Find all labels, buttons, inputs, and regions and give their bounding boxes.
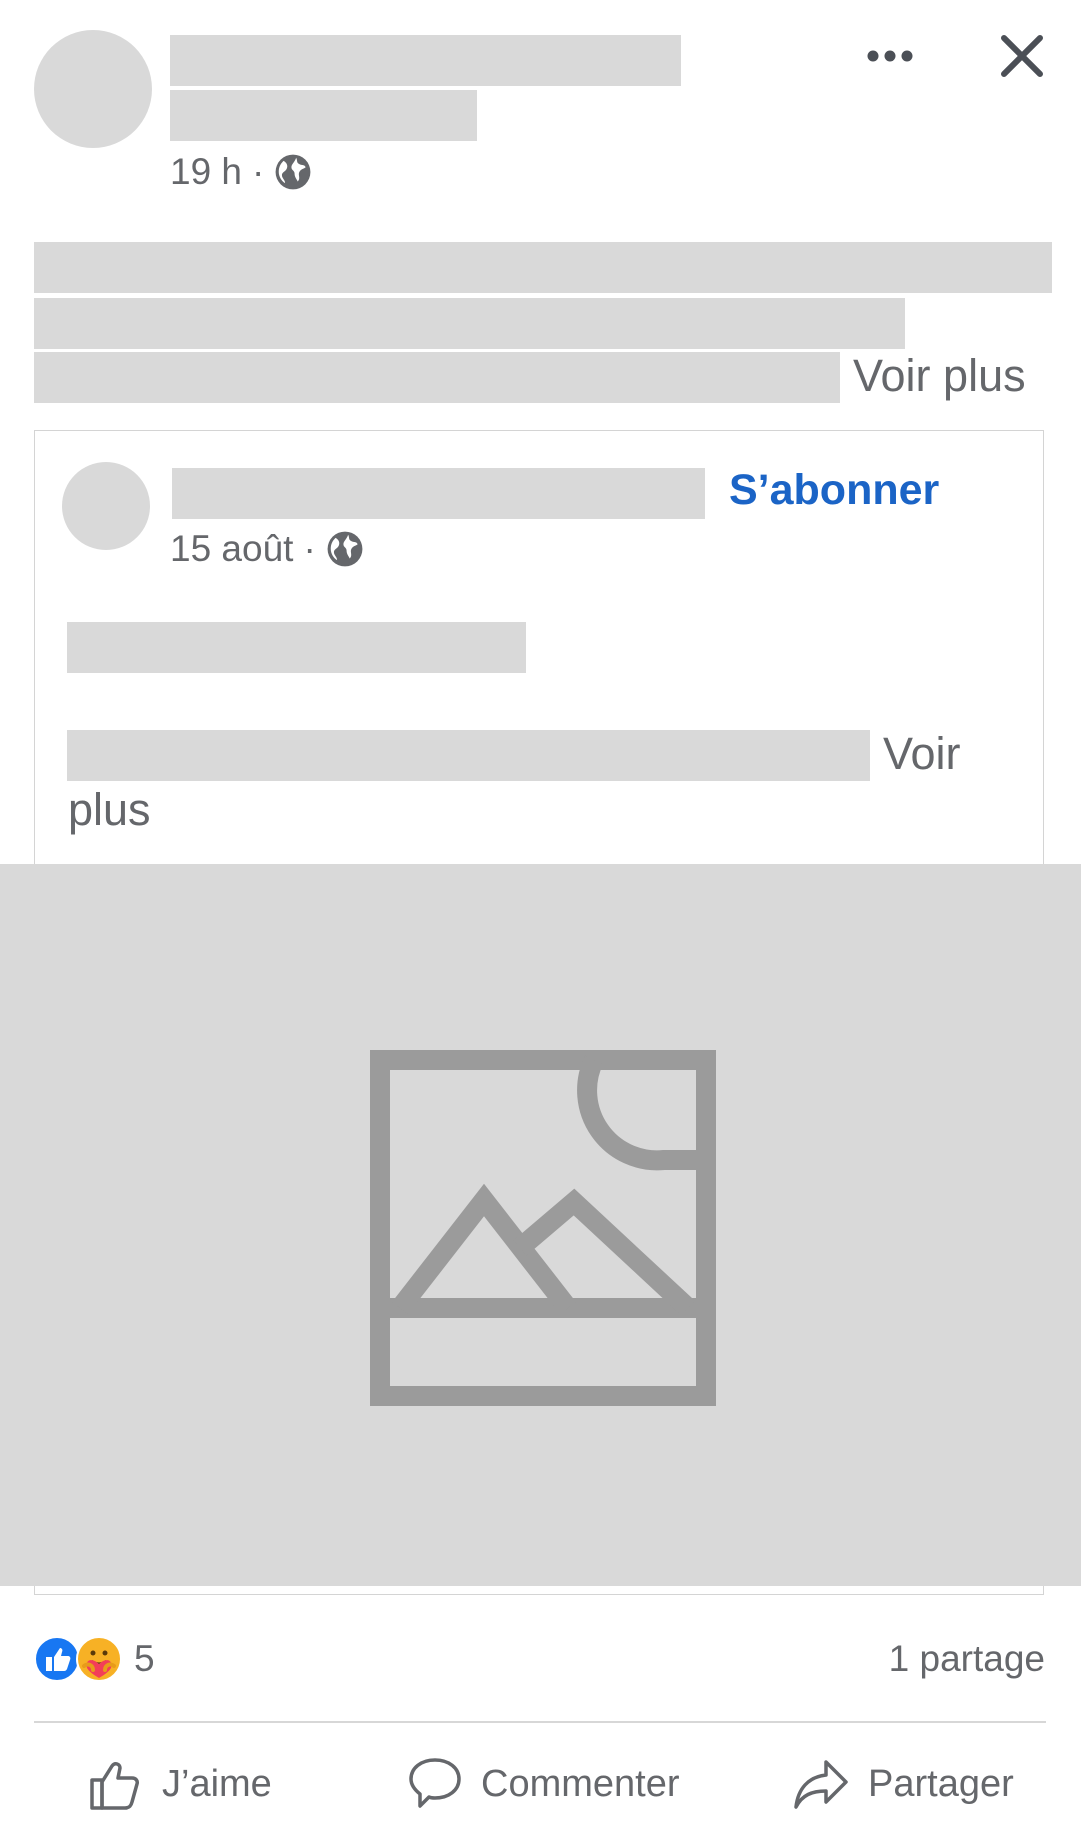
- shared-post-text-line: [67, 622, 526, 673]
- shared-post-date[interactable]: 15 août: [170, 528, 293, 570]
- follow-button[interactable]: S’abonner: [729, 466, 939, 515]
- actions-divider: [34, 1721, 1046, 1723]
- reactions-summary[interactable]: 5: [34, 1636, 155, 1682]
- author-subtitle-placeholder: [170, 90, 477, 141]
- shares-count[interactable]: 1 partage: [889, 1638, 1045, 1680]
- author-name-placeholder[interactable]: [170, 35, 681, 86]
- like-label: J’aime: [162, 1762, 272, 1805]
- post-time[interactable]: 19 h: [170, 151, 242, 193]
- shared-post-meta: 15 août ·: [170, 527, 364, 571]
- shared-image[interactable]: [0, 864, 1081, 1586]
- post-text-line: [34, 298, 905, 349]
- globe-icon: [326, 530, 364, 568]
- comment-label: Commenter: [481, 1762, 680, 1805]
- like-reaction-icon: [34, 1636, 80, 1682]
- shared-author-avatar[interactable]: [62, 462, 150, 550]
- globe-icon: [274, 153, 312, 191]
- comment-icon: [407, 1756, 463, 1812]
- see-more-word-1[interactable]: Voir: [883, 728, 961, 780]
- image-placeholder-icon: [370, 1050, 716, 1406]
- author-avatar[interactable]: [34, 30, 152, 148]
- share-label: Partager: [868, 1762, 1014, 1805]
- post-meta: 19 h ·: [170, 150, 312, 194]
- comment-button[interactable]: Commenter: [407, 1756, 680, 1812]
- meta-separator: ·: [252, 151, 265, 192]
- shared-author-name-placeholder[interactable]: [172, 468, 705, 519]
- see-more-link[interactable]: Voir plus: [853, 350, 1026, 402]
- post-text-line: [34, 242, 1052, 293]
- share-button[interactable]: Partager: [792, 1756, 1014, 1812]
- more-options-button[interactable]: [866, 44, 914, 68]
- shared-see-more-link[interactable]: Voir plus: [67, 728, 967, 848]
- close-button[interactable]: [998, 32, 1046, 80]
- care-reaction-icon: [76, 1636, 122, 1682]
- close-icon: [1001, 35, 1043, 77]
- more-dots-icon: [867, 50, 913, 62]
- like-button[interactable]: J’aime: [88, 1756, 272, 1812]
- reactions-count[interactable]: 5: [134, 1638, 155, 1680]
- meta-separator: ·: [303, 528, 316, 569]
- post-text-line: [34, 352, 840, 403]
- share-icon: [792, 1756, 850, 1812]
- see-more-word-2[interactable]: plus: [68, 784, 151, 836]
- thumbs-up-icon: [88, 1756, 144, 1812]
